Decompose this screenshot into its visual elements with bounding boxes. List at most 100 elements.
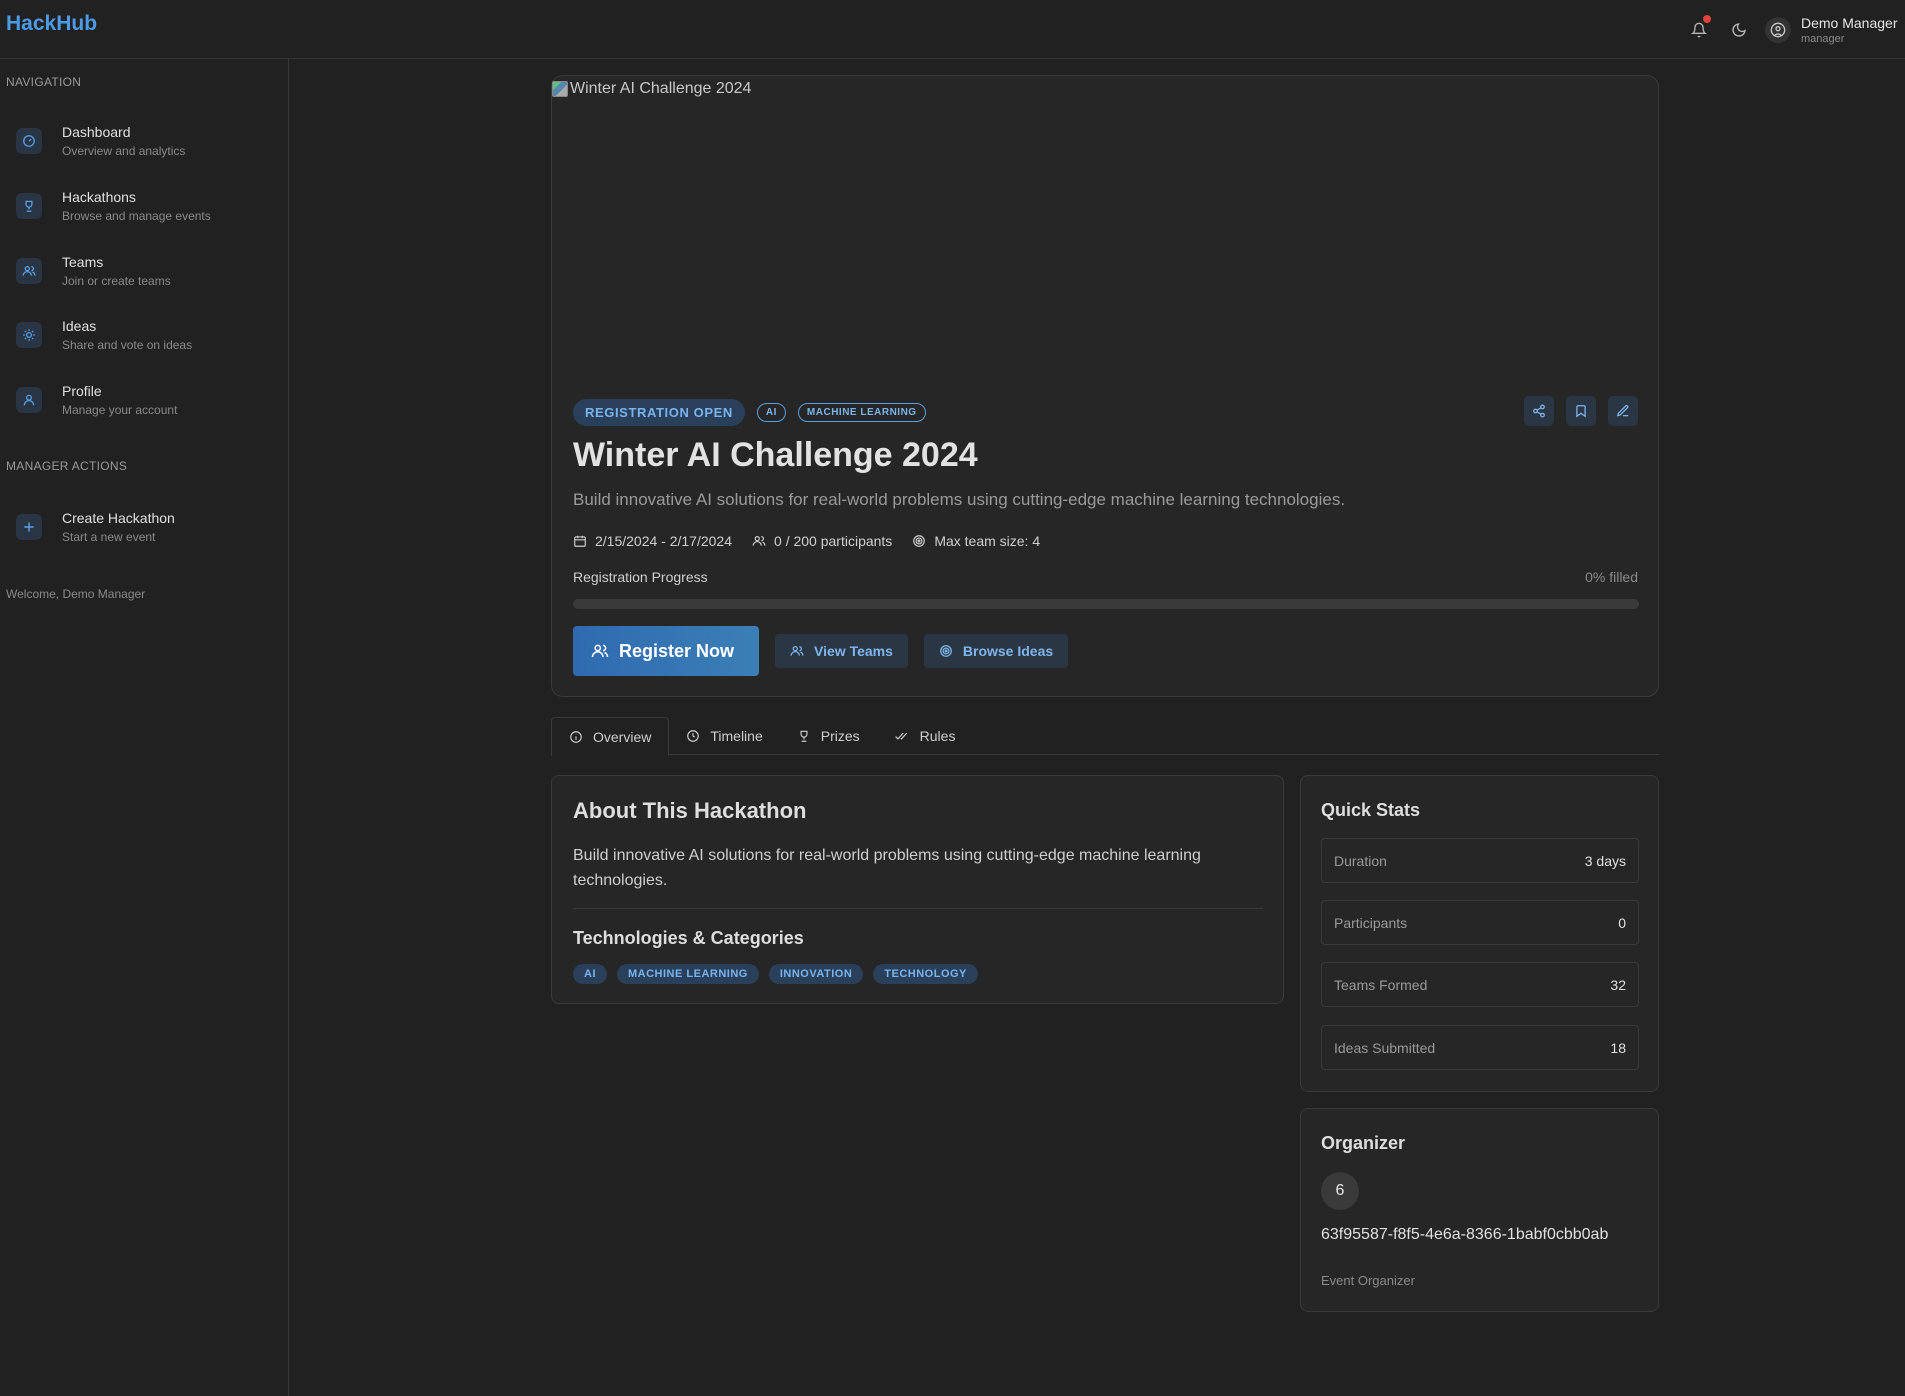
top-bar: HackHub Demo Manager manager — [0, 0, 1905, 59]
progress-label: Registration Progress — [573, 569, 708, 585]
users-icon — [790, 645, 804, 656]
tab-rules[interactable]: Rules — [877, 717, 973, 755]
view-teams-button[interactable]: View Teams — [775, 634, 908, 668]
about-text: Build innovative AI solutions for real-w… — [573, 847, 1201, 889]
sidebar-item-label: Teams — [62, 254, 104, 270]
stat-value: 32 — [1610, 976, 1626, 993]
technology-tags: AI MACHINE LEARNING INNOVATION TECHNOLOG… — [573, 964, 978, 984]
stat-value: 3 days — [1584, 852, 1626, 869]
sidebar-item-sub: Start a new event — [62, 530, 156, 544]
dates-meta: 2/15/2024 - 2/17/2024 — [573, 533, 732, 549]
tab-label: Timeline — [710, 728, 763, 744]
bookmark-icon — [1576, 405, 1586, 418]
bookmark-button[interactable] — [1566, 396, 1596, 426]
user-icon — [16, 387, 42, 413]
stat-row-ideas-submitted: Ideas Submitted 18 — [1321, 1025, 1639, 1070]
lightbulb-icon — [16, 322, 42, 348]
trophy-icon — [800, 730, 808, 742]
stat-label: Duration — [1334, 852, 1387, 869]
theme-toggle-button[interactable] — [1719, 10, 1759, 50]
notifications-button[interactable] — [1679, 10, 1719, 50]
stat-row-teams-formed: Teams Formed 32 — [1321, 962, 1639, 1007]
sidebar-item-sub: Browse and manage events — [62, 209, 211, 223]
detail-tabs: Overview Timeline Prizes Rules — [551, 717, 1659, 756]
sidebar-item-sub: Join or create teams — [62, 274, 171, 288]
users-icon — [752, 536, 766, 546]
manager-section-title: MANAGER ACTIONS — [6, 459, 128, 473]
user-avatar[interactable] — [1765, 16, 1791, 43]
users-icon — [16, 258, 42, 284]
browse-ideas-label: Browse Ideas — [962, 643, 1054, 659]
gauge-icon — [16, 128, 42, 154]
user-menu[interactable]: Demo Manager manager — [1801, 15, 1905, 45]
sidebar-item-sub: Overview and analytics — [62, 144, 186, 158]
sidebar-item-create-hackathon[interactable]: Create Hackathon Start a new event — [6, 501, 276, 553]
stat-row-duration: Duration 3 days — [1321, 838, 1639, 883]
stat-row-participants: Participants 0 — [1321, 900, 1639, 945]
target-icon — [913, 535, 926, 547]
sidebar-item-label: Create Hackathon — [62, 510, 175, 526]
hero-description: Build innovative AI solutions for real-w… — [573, 490, 1346, 509]
organizer-title: Organizer — [1321, 1133, 1406, 1153]
share-icon — [1533, 404, 1545, 418]
view-teams-label: View Teams — [814, 643, 893, 659]
edit-button[interactable] — [1608, 396, 1638, 426]
sidebar-item-dashboard[interactable]: Dashboard Overview and analytics — [6, 115, 276, 167]
tag-badge: TECHNOLOGY — [873, 964, 978, 984]
tag-badge: MACHINE LEARNING — [617, 964, 759, 984]
stat-value: 18 — [1610, 1039, 1626, 1056]
welcome-text: Welcome, Demo Manager — [6, 587, 146, 601]
share-button[interactable] — [1524, 396, 1554, 426]
tab-label: Overview — [593, 728, 652, 745]
dates-text: 2/15/2024 - 2/17/2024 — [595, 533, 733, 549]
avatar: 6 — [1321, 1172, 1359, 1210]
users-icon — [591, 644, 609, 658]
organizer-role: Event Organizer — [1321, 1273, 1415, 1288]
tab-timeline[interactable]: Timeline — [669, 717, 779, 755]
hero-actions — [1524, 396, 1638, 426]
info-icon — [570, 730, 582, 743]
brand-logo[interactable]: HackHub — [6, 12, 97, 36]
moon-icon — [1732, 22, 1746, 37]
registration-progress-bar — [573, 599, 1639, 609]
about-card: About This Hackathon Build innovative AI… — [551, 775, 1284, 1004]
sidebar-item-hackathons[interactable]: Hackathons Browse and manage events — [6, 180, 276, 232]
about-title: About This Hackathon — [573, 798, 807, 823]
page-title: Winter AI Challenge 2024 — [573, 436, 978, 474]
participants-text: 0 / 200 participants — [774, 533, 893, 549]
sidebar-item-ideas[interactable]: Ideas Share and vote on ideas — [6, 309, 276, 361]
register-button-label: Register Now — [619, 640, 735, 661]
tag-badge: AI — [756, 403, 786, 422]
sidebar: NAVIGATION Dashboard Overview and analyt… — [0, 59, 289, 1396]
user-circle-icon — [1770, 22, 1786, 37]
sidebar-item-label: Hackathons — [62, 189, 136, 205]
tab-overview[interactable]: Overview — [551, 717, 670, 756]
hero-badges: REGISTRATION OPEN AI MACHINE LEARNING — [573, 399, 926, 426]
nav-section-title: NAVIGATION — [6, 75, 82, 89]
trophy-icon — [16, 193, 42, 219]
tag-badge: AI — [573, 964, 607, 984]
team-size-text: Max team size: 4 — [934, 533, 1041, 549]
hero-image-alt: Winter AI Challenge 2024 — [570, 80, 752, 97]
stat-label: Participants — [1334, 914, 1408, 931]
hero-image: Winter AI Challenge 2024 — [552, 80, 751, 98]
quick-stats-card: Quick Stats Duration 3 days Participants… — [1300, 775, 1659, 1092]
top-actions: Demo Manager manager — [1679, 0, 1905, 59]
tab-label: Rules — [919, 728, 956, 744]
edit-icon — [1616, 405, 1629, 417]
divider — [573, 908, 1263, 909]
browse-ideas-button[interactable]: Browse Ideas — [923, 634, 1069, 668]
calendar-icon — [574, 535, 586, 547]
organizer-card: Organizer 6 63f95587-f8f5-4e6a-8366-1bab… — [1300, 1108, 1659, 1312]
sidebar-item-profile[interactable]: Profile Manage your account — [6, 374, 276, 426]
notification-dot — [1703, 14, 1711, 23]
plus-icon — [16, 514, 42, 540]
sidebar-item-teams[interactable]: Teams Join or create teams — [6, 245, 276, 297]
hero-meta: 2/15/2024 - 2/17/2024 0 / 200 participan… — [573, 533, 1060, 549]
organizer-id: 63f95587-f8f5-4e6a-8366-1babf0cbb0ab — [1321, 1226, 1609, 1243]
stat-label: Ideas Submitted — [1334, 1039, 1436, 1056]
tab-label: Prizes — [820, 728, 860, 744]
hackathon-hero-card: Winter AI Challenge 2024 REGISTRATION OP… — [551, 75, 1659, 697]
register-button[interactable]: Register Now — [573, 626, 760, 676]
tab-prizes[interactable]: Prizes — [780, 717, 877, 755]
